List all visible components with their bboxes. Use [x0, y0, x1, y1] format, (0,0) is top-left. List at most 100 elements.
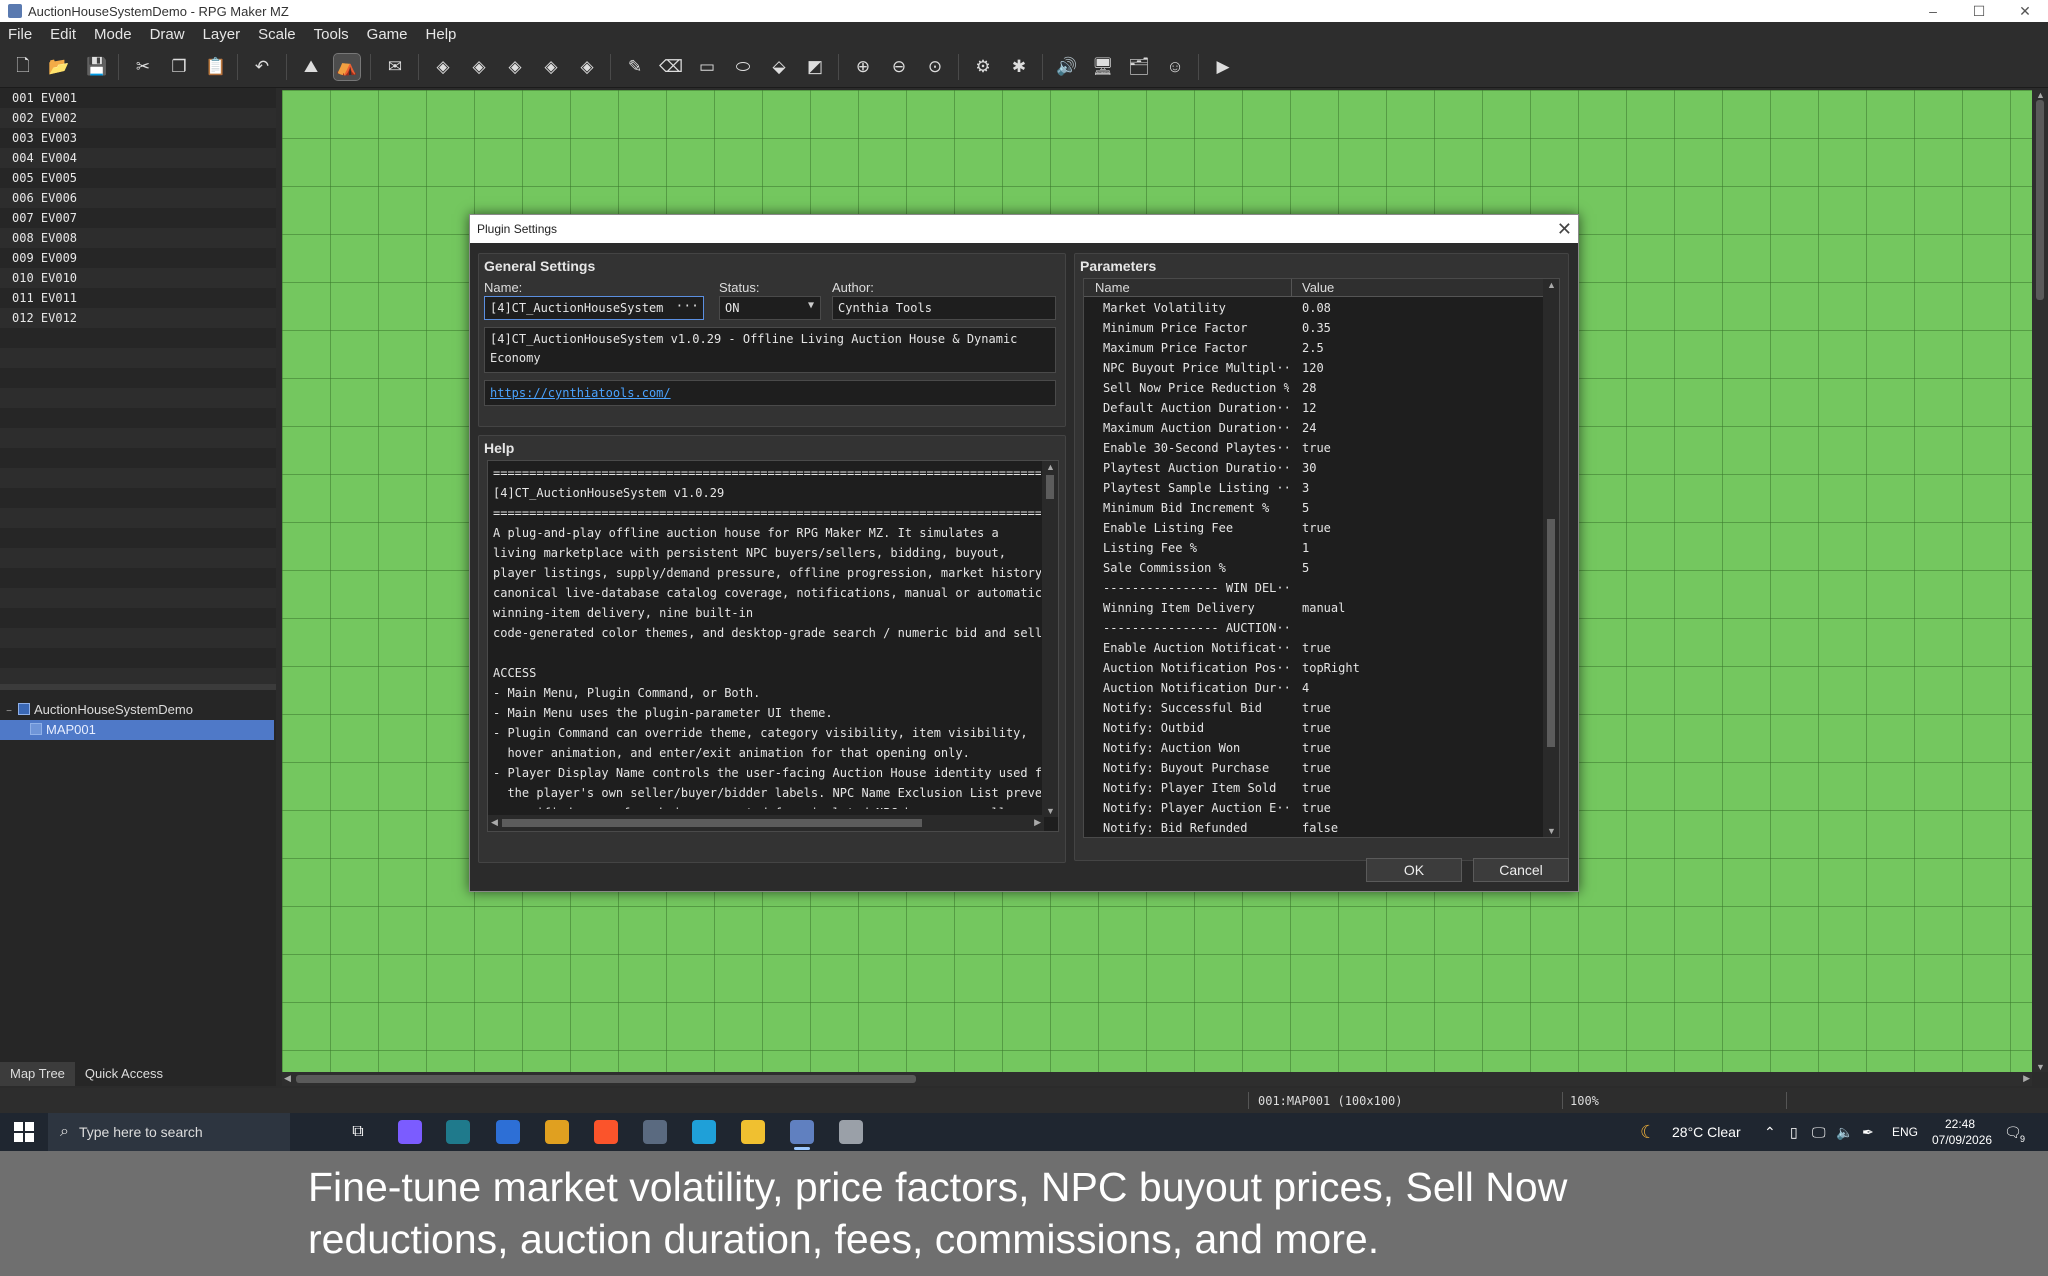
volume-icon[interactable]: 🔈 [1836, 1113, 1853, 1151]
menu-tools[interactable]: Tools [306, 26, 359, 43]
parameter-row[interactable]: Enable Auction Notificat··· true [1084, 638, 1545, 658]
edge-icon[interactable] [692, 1120, 716, 1144]
map-vertical-scrollbar[interactable]: ▲ ▼ [2032, 90, 2048, 1072]
store-icon[interactable] [496, 1120, 520, 1144]
parameter-row[interactable]: Notify: Auction Won true [1084, 738, 1545, 758]
network-icon[interactable]: 🖵 [1812, 1113, 1826, 1151]
eraser-icon[interactable]: ⌫ [658, 54, 684, 80]
parameter-row[interactable]: Enable Listing Fee true [1084, 518, 1545, 538]
parameter-row[interactable]: Playtest Sample Listing ··· 3 [1084, 478, 1545, 498]
collapse-icon[interactable]: − [0, 702, 18, 722]
parameter-row[interactable]: Playtest Auction Duratio··· 30 [1084, 458, 1545, 478]
task-view-icon[interactable]: ⧉ [346, 1120, 370, 1144]
help-vertical-scrollbar[interactable]: ▲ ▼ [1042, 461, 1058, 817]
pen-icon[interactable]: ✒ [1862, 1113, 1874, 1151]
event-list-empty-row[interactable] [0, 348, 276, 368]
ok-button[interactable]: OK [1366, 858, 1462, 882]
windows-start-icon[interactable] [14, 1122, 34, 1142]
language-indicator[interactable]: ENG [1892, 1113, 1918, 1151]
parameter-row[interactable]: Listing Fee % 1 [1084, 538, 1545, 558]
parameters-scrollbar[interactable]: ▲ ▼ [1543, 279, 1559, 837]
plugin-url-link[interactable]: https://cynthiatools.com/ [490, 386, 671, 400]
parameter-row[interactable]: Sale Commission % 5 [1084, 558, 1545, 578]
layer-auto-icon[interactable]: ◈ [574, 54, 600, 80]
parameter-row[interactable]: Winning Item Delivery manual [1084, 598, 1545, 618]
undo-icon[interactable]: ↶ [249, 54, 275, 80]
close-window-icon[interactable]: ✕ [2002, 0, 2048, 22]
menu-scale[interactable]: Scale [250, 26, 306, 43]
event-list-item[interactable]: 009 EV009 [0, 248, 276, 268]
parameter-row[interactable]: ---------------- AUCTION··· [1084, 618, 1545, 638]
fill-tool-icon[interactable]: ⬙ [766, 54, 792, 80]
layer-2-icon[interactable]: ◈ [466, 54, 492, 80]
scroll-down-icon[interactable]: ▼ [2036, 1062, 2045, 1072]
rpg-maker-icon[interactable] [790, 1120, 814, 1150]
help-text-box[interactable]: ========================================… [487, 460, 1059, 832]
help-horizontal-scrollbar[interactable]: ◀ ▶ [488, 815, 1044, 831]
playtest-icon[interactable]: ▶ [1210, 54, 1236, 80]
terminal-app-icon[interactable] [446, 1120, 470, 1144]
map-mode-icon[interactable]: ⛰ [298, 54, 324, 80]
event-list-empty-row[interactable] [0, 568, 276, 588]
event-list-item[interactable]: 007 EV007 [0, 208, 276, 228]
event-list-item[interactable]: 001 EV001 [0, 88, 276, 108]
tab-quick-access[interactable]: Quick Access [75, 1062, 173, 1086]
author-field[interactable]: Cynthia Tools [832, 296, 1056, 320]
event-list-item[interactable]: 002 EV002 [0, 108, 276, 128]
parameter-row[interactable]: Notify: Player Item Sold true [1084, 778, 1545, 798]
maximize-icon[interactable]: ☐ [1956, 0, 2002, 22]
resource-manager-icon[interactable]: 🗂 [1126, 54, 1152, 80]
scroll-left-icon[interactable]: ◀ [284, 1073, 291, 1084]
menu-game[interactable]: Game [359, 26, 418, 43]
tab-map-tree[interactable]: Map Tree [0, 1062, 75, 1086]
event-list-item[interactable]: 010 EV010 [0, 268, 276, 288]
event-list-empty-row[interactable] [0, 508, 276, 528]
parameter-row[interactable]: Enable 30-Second Playtes··· true [1084, 438, 1545, 458]
col-name-header[interactable]: Name [1095, 280, 1130, 295]
map-horizontal-scrollbar[interactable]: ◀ ▶ [282, 1072, 2032, 1086]
parameter-row[interactable]: Maximum Auction Duration··· 24 [1084, 418, 1545, 438]
event-list-empty-row[interactable] [0, 648, 276, 668]
parameter-row[interactable]: Auction Notification Dur··· 4 [1084, 678, 1545, 698]
event-list-item[interactable]: 012 EV012 [0, 308, 276, 328]
event-list-empty-row[interactable] [0, 628, 276, 648]
zoom-in-icon[interactable]: ⊕ [850, 54, 876, 80]
event-list-empty-row[interactable] [0, 488, 276, 508]
parameter-row[interactable]: Notify: Buyout Purchase true [1084, 758, 1545, 778]
save-project-icon[interactable]: 💾 [84, 54, 110, 80]
scroll-up-icon[interactable]: ▲ [2036, 90, 2045, 100]
weather-text[interactable]: 28°C Clear [1672, 1113, 1741, 1151]
shadow-pen-icon[interactable]: ◩ [802, 54, 828, 80]
map-hscroll-thumb[interactable] [296, 1075, 916, 1083]
menu-edit[interactable]: Edit [42, 26, 86, 43]
parameter-row[interactable]: Sell Now Price Reduction % 28 [1084, 378, 1545, 398]
brave-icon[interactable] [594, 1120, 618, 1144]
event-list-empty-row[interactable] [0, 608, 276, 628]
copilot-icon[interactable] [398, 1120, 422, 1144]
event-list-item[interactable]: 006 EV006 [0, 188, 276, 208]
parameter-row[interactable]: ---------------- WIN DEL··· [1084, 578, 1545, 598]
event-list-empty-row[interactable] [0, 388, 276, 408]
pencil-icon[interactable]: ✎ [622, 54, 648, 80]
parameter-row[interactable]: Default Auction Duration··· 12 [1084, 398, 1545, 418]
new-project-icon[interactable]: 🗋 [10, 54, 36, 80]
event-list-item[interactable]: 011 EV011 [0, 288, 276, 308]
plugin-manager-icon[interactable]: ✱ [1006, 54, 1032, 80]
tray-devices-icon[interactable]: ▯ [1790, 1113, 1798, 1151]
parameter-row[interactable]: Auction Notification Pos··· topRight [1084, 658, 1545, 678]
notification-icon[interactable]: 🗨 [2004, 1113, 2022, 1151]
cut-icon[interactable]: ✂ [130, 54, 156, 80]
scroll-right-icon[interactable]: ▶ [2023, 1073, 2030, 1084]
character-generator-icon[interactable]: ☺ [1162, 54, 1188, 80]
tree-item-project[interactable]: − AuctionHouseSystemDemo [0, 700, 274, 720]
parameter-row[interactable]: Notify: Successful Bid true [1084, 698, 1545, 718]
event-list-empty-row[interactable] [0, 668, 276, 684]
event-list-empty-row[interactable] [0, 588, 276, 608]
cancel-button[interactable]: Cancel [1473, 858, 1569, 882]
ellipse-tool-icon[interactable]: ⬭ [730, 54, 756, 80]
event-list-empty-row[interactable] [0, 468, 276, 488]
parameter-row[interactable]: NPC Buyout Price Multipl··· 120 [1084, 358, 1545, 378]
layer-4-icon[interactable]: ◈ [538, 54, 564, 80]
event-list-empty-row[interactable] [0, 528, 276, 548]
menu-help[interactable]: Help [418, 26, 467, 43]
